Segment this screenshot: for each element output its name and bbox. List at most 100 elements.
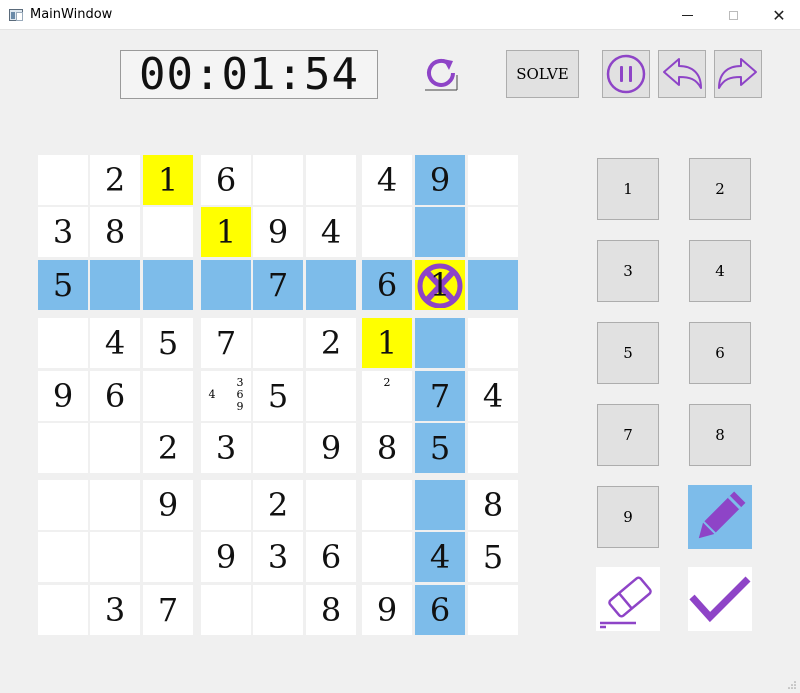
close-button[interactable]: ✕ xyxy=(756,0,800,30)
grid-cell-r2c6[interactable]: 6 xyxy=(362,260,412,310)
grid-cell-r7c6[interactable] xyxy=(362,532,412,582)
grid-cell-r4c0[interactable]: 9 xyxy=(38,371,88,421)
number-button-2[interactable]: 2 xyxy=(689,158,751,220)
grid-cell-r6c4[interactable]: 2 xyxy=(253,480,303,530)
number-button-6[interactable]: 6 xyxy=(689,322,751,384)
check-button[interactable] xyxy=(688,567,752,631)
grid-cell-r5c3[interactable]: 3 xyxy=(201,423,251,473)
eraser-button[interactable] xyxy=(596,567,660,631)
grid-cell-r8c1[interactable]: 3 xyxy=(90,585,140,635)
grid-cell-r5c8[interactable] xyxy=(468,423,518,473)
grid-cell-r8c6[interactable]: 9 xyxy=(362,585,412,635)
grid-cell-r0c0[interactable] xyxy=(38,155,88,205)
grid-cell-r1c6[interactable] xyxy=(362,207,412,257)
grid-cell-r8c7[interactable]: 6 xyxy=(415,585,465,635)
grid-cell-r4c1[interactable]: 6 xyxy=(90,371,140,421)
grid-cell-r2c3[interactable] xyxy=(201,260,251,310)
grid-cell-r3c3[interactable]: 7 xyxy=(201,318,251,368)
grid-cell-r4c2[interactable] xyxy=(143,371,193,421)
grid-cell-r7c0[interactable] xyxy=(38,532,88,582)
number-button-7[interactable]: 7 xyxy=(597,404,659,466)
grid-cell-r0c3[interactable]: 6 xyxy=(201,155,251,205)
grid-cell-r5c5[interactable]: 9 xyxy=(306,423,356,473)
grid-cell-r8c5[interactable]: 8 xyxy=(306,585,356,635)
grid-cell-r2c0[interactable]: 5 xyxy=(38,260,88,310)
number-button-9[interactable]: 9 xyxy=(597,486,659,548)
grid-cell-r5c0[interactable] xyxy=(38,423,88,473)
grid-cell-r2c7[interactable]: 1 xyxy=(415,260,465,310)
grid-cell-r0c2[interactable]: 1 xyxy=(143,155,193,205)
grid-cell-r2c8[interactable] xyxy=(468,260,518,310)
grid-cell-r7c4[interactable]: 3 xyxy=(253,532,303,582)
grid-cell-r4c4[interactable]: 5 xyxy=(253,371,303,421)
grid-cell-r2c5[interactable] xyxy=(306,260,356,310)
number-button-8[interactable]: 8 xyxy=(689,404,751,466)
maximize-button[interactable] xyxy=(710,0,756,30)
grid-cell-r1c8[interactable] xyxy=(468,207,518,257)
grid-cell-r2c1[interactable] xyxy=(90,260,140,310)
grid-cell-r3c5[interactable]: 2 xyxy=(306,318,356,368)
grid-cell-r4c5[interactable] xyxy=(306,371,356,421)
grid-cell-r8c2[interactable]: 7 xyxy=(143,585,193,635)
grid-cell-r1c1[interactable]: 8 xyxy=(90,207,140,257)
grid-cell-r1c4[interactable]: 9 xyxy=(253,207,303,257)
grid-cell-r8c4[interactable] xyxy=(253,585,303,635)
grid-cell-r6c8[interactable]: 8 xyxy=(468,480,518,530)
minimize-button[interactable] xyxy=(664,0,710,30)
grid-cell-r8c8[interactable] xyxy=(468,585,518,635)
grid-cell-r4c8[interactable]: 4 xyxy=(468,371,518,421)
grid-cell-r6c5[interactable] xyxy=(306,480,356,530)
grid-cell-r7c8[interactable]: 5 xyxy=(468,532,518,582)
grid-cell-r0c7[interactable]: 9 xyxy=(415,155,465,205)
grid-cell-r6c6[interactable] xyxy=(362,480,412,530)
grid-cell-r1c0[interactable]: 3 xyxy=(38,207,88,257)
grid-cell-r5c7[interactable]: 5 xyxy=(415,423,465,473)
pencil-button[interactable] xyxy=(688,485,752,549)
grid-cell-r8c3[interactable] xyxy=(201,585,251,635)
number-button-5[interactable]: 5 xyxy=(597,322,659,384)
grid-cell-r7c2[interactable] xyxy=(143,532,193,582)
grid-cell-r7c5[interactable]: 6 xyxy=(306,532,356,582)
grid-cell-r6c0[interactable] xyxy=(38,480,88,530)
grid-cell-r0c6[interactable]: 4 xyxy=(362,155,412,205)
grid-cell-r0c8[interactable] xyxy=(468,155,518,205)
number-button-3[interactable]: 3 xyxy=(597,240,659,302)
pause-button[interactable] xyxy=(602,50,650,98)
grid-cell-r1c2[interactable] xyxy=(143,207,193,257)
grid-cell-r3c1[interactable]: 4 xyxy=(90,318,140,368)
grid-cell-r6c7[interactable] xyxy=(415,480,465,530)
undo-button[interactable] xyxy=(658,50,706,98)
grid-cell-r4c7[interactable]: 7 xyxy=(415,371,465,421)
grid-cell-r1c5[interactable]: 4 xyxy=(306,207,356,257)
grid-cell-r5c6[interactable]: 8 xyxy=(362,423,412,473)
grid-cell-r6c1[interactable] xyxy=(90,480,140,530)
grid-cell-r3c8[interactable] xyxy=(468,318,518,368)
grid-cell-r3c7[interactable] xyxy=(415,318,465,368)
resize-grip-icon[interactable] xyxy=(787,680,797,690)
grid-cell-r5c2[interactable]: 2 xyxy=(143,423,193,473)
grid-cell-r2c2[interactable] xyxy=(143,260,193,310)
grid-cell-r7c3[interactable]: 9 xyxy=(201,532,251,582)
grid-cell-r0c5[interactable] xyxy=(306,155,356,205)
grid-cell-r7c7[interactable]: 4 xyxy=(415,532,465,582)
grid-cell-r5c1[interactable] xyxy=(90,423,140,473)
grid-cell-r3c0[interactable] xyxy=(38,318,88,368)
solve-button[interactable]: SOLVE xyxy=(506,50,579,98)
grid-cell-r1c3[interactable]: 1 xyxy=(201,207,251,257)
number-button-4[interactable]: 4 xyxy=(689,240,751,302)
grid-cell-r4c3[interactable]: 3469 xyxy=(201,371,251,421)
grid-cell-r8c0[interactable] xyxy=(38,585,88,635)
grid-cell-r1c7[interactable] xyxy=(415,207,465,257)
redo-button[interactable] xyxy=(714,50,762,98)
grid-cell-r6c3[interactable] xyxy=(201,480,251,530)
reset-button[interactable] xyxy=(423,55,459,91)
grid-cell-r7c1[interactable] xyxy=(90,532,140,582)
number-button-1[interactable]: 1 xyxy=(597,158,659,220)
grid-cell-r2c4[interactable]: 7 xyxy=(253,260,303,310)
grid-cell-r6c2[interactable]: 9 xyxy=(143,480,193,530)
grid-cell-r3c6[interactable]: 1 xyxy=(362,318,412,368)
grid-cell-r0c1[interactable]: 2 xyxy=(90,155,140,205)
grid-cell-r5c4[interactable] xyxy=(253,423,303,473)
grid-cell-r3c4[interactable] xyxy=(253,318,303,368)
grid-cell-r4c6[interactable]: 2 xyxy=(362,371,412,421)
